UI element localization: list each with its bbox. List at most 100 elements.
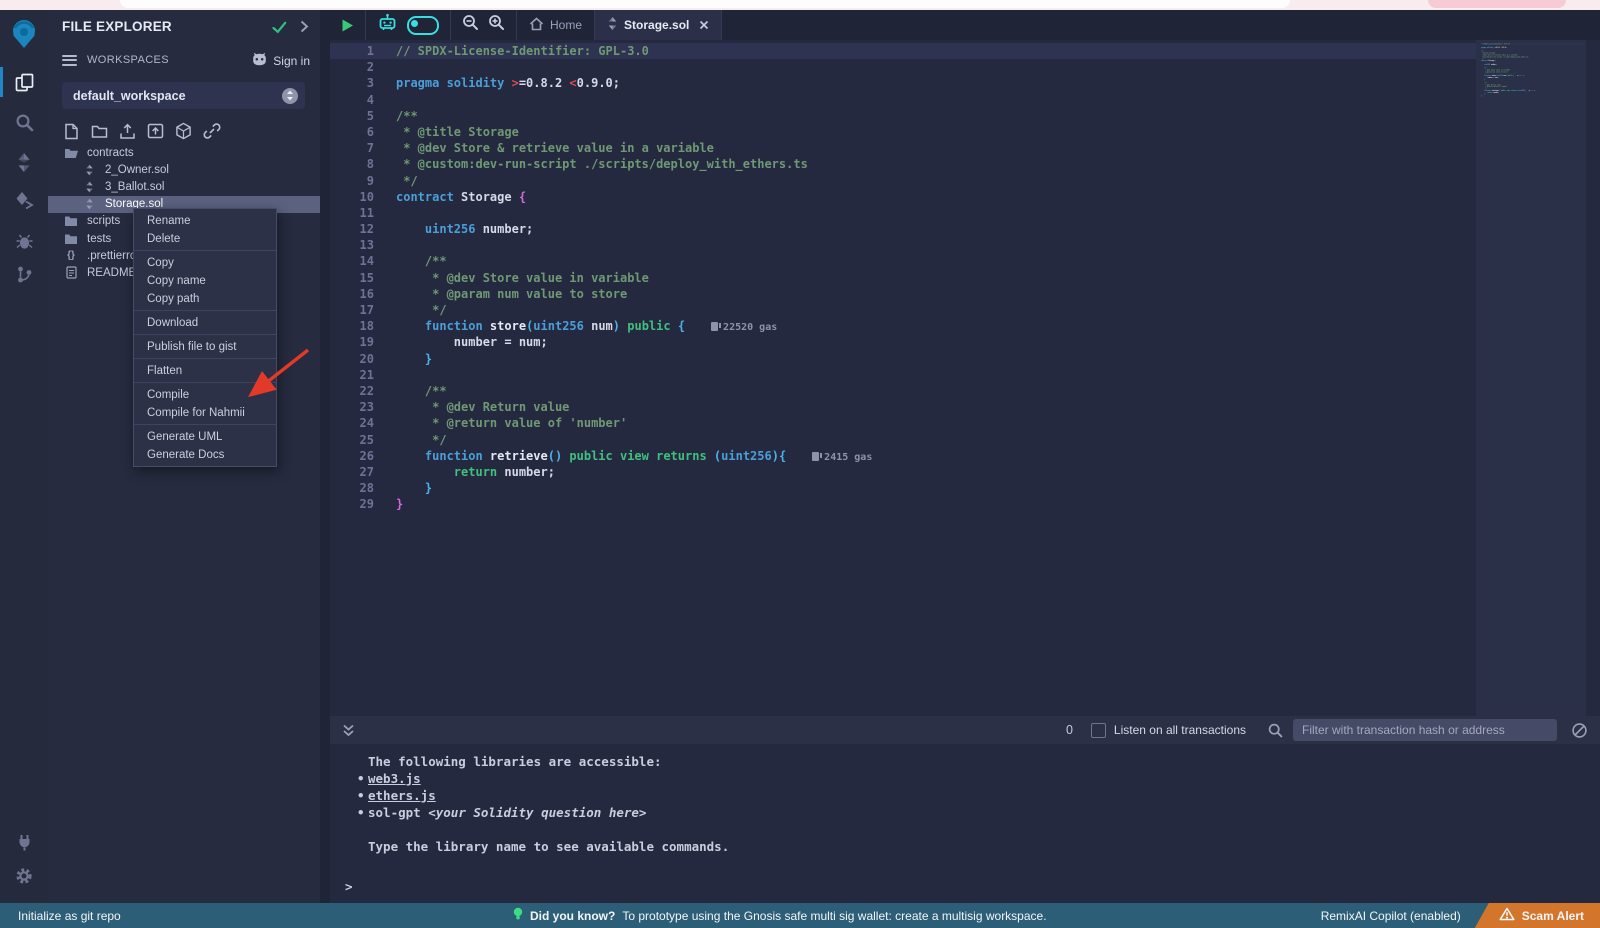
menu-item-download[interactable]: Download: [134, 314, 276, 332]
run-script-button[interactable]: [330, 10, 366, 40]
new-file-icon[interactable]: [60, 120, 83, 142]
line-number: 26: [330, 448, 374, 464]
new-folder-icon[interactable]: [88, 120, 111, 142]
code-line-27: 27 return number;: [330, 464, 1476, 480]
tree-item-label: tests: [87, 233, 111, 245]
menu-item-rename[interactable]: Rename: [134, 212, 276, 230]
tree-item-2-owner-sol[interactable]: 2_Owner.sol: [48, 161, 320, 178]
terminal-prompt[interactable]: >: [345, 879, 353, 894]
code-line-12: 12 uint256 number;: [330, 221, 1476, 237]
code-line-20: 20 }: [330, 351, 1476, 367]
workspace-select[interactable]: default_workspace: [62, 82, 305, 109]
listen-all-checkbox[interactable]: [1091, 723, 1106, 738]
zoom-out-icon[interactable]: [462, 14, 479, 36]
line-number: 15: [330, 270, 374, 286]
solidity-icon: [81, 181, 97, 193]
sidebar-item-solidity-compiler[interactable]: [0, 146, 48, 178]
menu-item-generate-docs[interactable]: Generate Docs: [134, 446, 276, 464]
listen-all-label: Listen on all transactions: [1114, 723, 1246, 737]
code-editor[interactable]: 1// SPDX-License-Identifier: GPL-3.023pr…: [330, 40, 1600, 716]
tab-storage-sol[interactable]: Storage.sol: [595, 10, 722, 40]
context-menu: RenameDelete CopyCopy nameCopy path Downlo…: [133, 208, 277, 467]
did-you-know-tip: Did you know? To prototype using the Gno…: [513, 903, 1047, 928]
code-line-17: 17 */: [330, 302, 1476, 318]
code-line-3: 3pragma solidity >=0.8.2 <0.9.0;: [330, 75, 1476, 91]
menu-item-generate-uml[interactable]: Generate UML: [134, 428, 276, 446]
browser-address-bar: [120, 0, 1290, 8]
sidebar-item-search[interactable]: [0, 106, 48, 138]
sidebar-item-debugger[interactable]: [0, 226, 48, 258]
clear-console-icon[interactable]: [1571, 722, 1588, 739]
code-line-15: 15 * @dev Store value in variable: [330, 270, 1476, 286]
line-number: 22: [330, 383, 374, 399]
tab-storage-label: Storage.sol: [624, 18, 689, 32]
menu-item-compile[interactable]: Compile: [134, 386, 276, 404]
sidebar-item-git[interactable]: [0, 258, 48, 290]
code-line-10: 10contract Storage {: [330, 189, 1476, 205]
menu-item-publish-file-to-gist[interactable]: Publish file to gist: [134, 338, 276, 356]
terminal-link[interactable]: web3.js: [368, 771, 421, 786]
copilot-toggle[interactable]: [407, 16, 439, 35]
tree-item-contracts[interactable]: contracts: [48, 144, 320, 161]
menu-item-delete[interactable]: Delete: [134, 230, 276, 248]
line-number: 3: [330, 75, 374, 91]
sign-in-button[interactable]: Sign in: [251, 52, 310, 69]
line-number: 18: [330, 318, 374, 334]
code-line-16: 16 * @param num value to store: [330, 286, 1476, 302]
terminal-output: The following libraries are accessible:•…: [368, 753, 729, 855]
code-line-29: }: [1481, 95, 1585, 97]
accept-check-icon[interactable]: [272, 21, 287, 39]
line-number: 6: [330, 124, 374, 140]
menu-item-copy[interactable]: Copy: [134, 254, 276, 272]
editor-minimap[interactable]: // SPDX-License-Identifier: GPL-3.0pragm…: [1476, 40, 1586, 716]
sidebar-item-deploy-and-run[interactable]: [0, 184, 48, 216]
code-line-26: 26 function retrieve() public view retur…: [330, 448, 1476, 464]
code-line-6: 6 * @title Storage: [330, 124, 1476, 140]
line-number: 27: [330, 464, 374, 480]
code-line-7: 7 * @dev Store & retrieve value in a var…: [330, 140, 1476, 156]
menu-item-compile-for-nahmii[interactable]: Compile for Nahmii: [134, 404, 276, 422]
menu-item-copy-path[interactable]: Copy path: [134, 290, 276, 308]
menu-item-flatten[interactable]: Flatten: [134, 362, 276, 380]
tree-item-3-ballot-sol[interactable]: 3_Ballot.sol: [48, 178, 320, 195]
line-number: 25: [330, 432, 374, 448]
code-line-23: 23 * @dev Return value: [330, 399, 1476, 415]
terminal[interactable]: The following libraries are accessible:•…: [330, 744, 1600, 903]
sidebar-item-plugin-manager[interactable]: [0, 826, 48, 858]
tab-home[interactable]: Home: [517, 10, 595, 40]
line-number: 9: [330, 173, 374, 189]
remix-logo-icon[interactable]: [0, 12, 48, 58]
zoom-in-icon[interactable]: [488, 14, 505, 36]
scam-alert-button[interactable]: Scam Alert: [1475, 903, 1600, 928]
panel-forward-icon[interactable]: [300, 20, 309, 38]
copilot-status[interactable]: RemixAI Copilot (enabled): [1321, 909, 1461, 923]
terminal-hint: Type the library name to see available c…: [368, 838, 729, 855]
line-number: 7: [330, 140, 374, 156]
ipfs-cube-icon[interactable]: [172, 120, 195, 142]
file-icon: [63, 266, 79, 279]
tree-item-label: scripts: [87, 215, 120, 227]
ai-robot-icon[interactable]: [377, 13, 398, 37]
terminal-collapse-icon[interactable]: [342, 723, 355, 738]
menu-item-copy-name[interactable]: Copy name: [134, 272, 276, 290]
editor-code[interactable]: 1// SPDX-License-Identifier: GPL-3.023pr…: [330, 40, 1600, 512]
git-init-button[interactable]: Initialize as git repo: [18, 903, 121, 928]
terminal-search-icon[interactable]: [1268, 723, 1283, 738]
sidebar-item-file-explorer[interactable]: [0, 66, 48, 98]
line-number: 12: [330, 221, 374, 237]
code-line-4: 4: [330, 92, 1476, 108]
workspaces-menu-icon[interactable]: [62, 55, 77, 66]
code-line-28: 28 }: [330, 480, 1476, 496]
upload-file-icon[interactable]: [116, 120, 139, 142]
code-line-21: 21: [330, 367, 1476, 383]
solidity-icon: [81, 198, 97, 210]
terminal-link[interactable]: ethers.js: [368, 788, 436, 803]
status-bar: Initialize as git repo Did you know? To …: [0, 903, 1600, 928]
link-icon[interactable]: [200, 120, 223, 142]
code-line-8: 8 * @custom:dev-run-script ./scripts/dep…: [330, 156, 1476, 172]
upload-folder-icon[interactable]: [144, 120, 167, 142]
sidebar-item-settings[interactable]: [0, 860, 48, 892]
line-number: 10: [330, 189, 374, 205]
close-tab-icon[interactable]: [699, 20, 709, 30]
transaction-filter-input[interactable]: [1293, 719, 1557, 741]
